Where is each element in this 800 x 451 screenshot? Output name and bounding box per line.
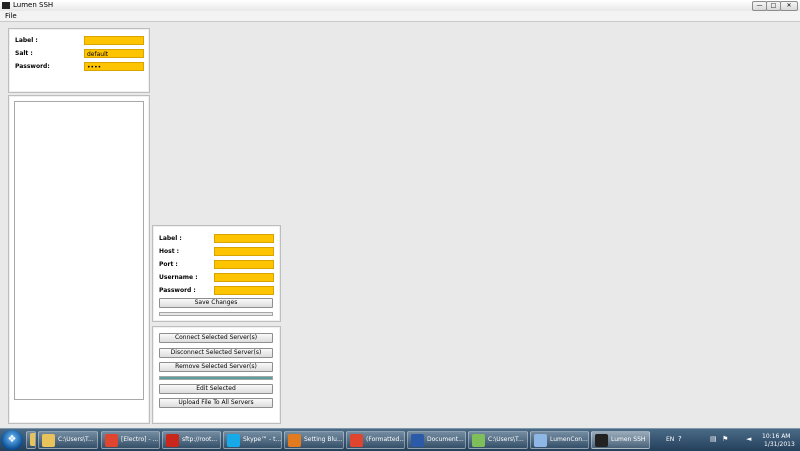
taskbar-item-label: C:\Users\T...: [488, 436, 524, 443]
servers-list[interactable]: [14, 101, 144, 400]
taskbar-item[interactable]: (Formatted...: [346, 431, 405, 449]
taskbar-item-label: Document...: [427, 436, 464, 443]
taskbar-item[interactable]: C:\Users\T...: [468, 431, 528, 449]
taskbar-item[interactable]: Skype™ - t...: [223, 431, 282, 449]
menu-bar: File: [0, 11, 800, 22]
taskbar-item[interactable]: C:\Users\T...: [38, 431, 98, 449]
close-button[interactable]: ✕: [780, 1, 798, 11]
upload-file-button[interactable]: Upload File To All Servers: [159, 398, 273, 408]
window-title: Lumen SSH: [13, 1, 54, 9]
taskbar-item[interactable]: [Electro] - ...: [101, 431, 160, 449]
clock-date[interactable]: 1/31/2013: [764, 441, 795, 448]
taskbar-item-label: Lumen SSH: [611, 436, 646, 443]
action-progress-bar: [159, 376, 273, 380]
server-password-field[interactable]: [214, 286, 274, 295]
server-username-field[interactable]: [214, 273, 274, 282]
taskbar: ❖ C:\Users\T... [Electro] - ... sftp://roo…: [0, 428, 800, 451]
chrome-icon: [105, 433, 118, 447]
server-username-label: Username :: [159, 274, 198, 281]
menu-file[interactable]: File: [5, 12, 17, 20]
server-port-field[interactable]: [214, 260, 274, 269]
folder-icon: [42, 433, 55, 447]
save-progress-bar: [159, 312, 273, 316]
taskbar-item-label: C:\Users\T...: [58, 436, 94, 443]
actions-panel: Connect Selected Server(s) Disconnect Se…: [152, 326, 281, 424]
server-host-label: Host :: [159, 248, 180, 255]
taskbar-item-label: [Electro] - ...: [121, 436, 159, 443]
taskbar-item-label: Setting Blu...: [304, 436, 343, 443]
maximize-button[interactable]: □: [766, 1, 781, 11]
taskbar-item[interactable]: sftp://root...: [162, 431, 221, 449]
taskbar-item-label: LumenCon...: [550, 436, 588, 443]
taskbar-item[interactable]: LumenCon...: [530, 431, 589, 449]
remove-selected-button[interactable]: Remove Selected Server(s): [159, 362, 273, 372]
firefox-icon: [288, 433, 301, 447]
filezilla-icon: [166, 433, 179, 447]
server-host-field[interactable]: [214, 247, 274, 256]
taskbar-item-label: (Formatted...: [366, 436, 405, 443]
network-icon[interactable]: ▤: [710, 435, 717, 443]
minimize-button[interactable]: —: [752, 1, 767, 11]
volume-icon[interactable]: ◄: [746, 435, 751, 443]
disconnect-selected-button[interactable]: Disconnect Selected Server(s): [159, 348, 273, 358]
taskbar-item-label: sftp://root...: [182, 436, 218, 443]
config-salt-label: Salt :: [15, 50, 33, 57]
save-changes-button[interactable]: Save Changes: [159, 298, 273, 308]
connect-selected-button[interactable]: Connect Selected Server(s): [159, 333, 273, 343]
servers-panel: [8, 95, 150, 424]
taskbar-item[interactable]: Setting Blu...: [284, 431, 344, 449]
start-button[interactable]: ❖: [1, 430, 23, 450]
taskbar-item[interactable]: Document...: [407, 431, 466, 449]
server-password-label: Password :: [159, 287, 196, 294]
config-password-label: Password:: [15, 63, 50, 70]
config-salt-field[interactable]: default: [84, 49, 144, 58]
folder-icon: [30, 433, 35, 446]
system-tray: EN ? ▤ ⚑ ◄ 10:16 AM 1/31/2013: [660, 429, 800, 451]
console-icon: [595, 433, 608, 447]
server-label-field[interactable]: [214, 234, 274, 243]
chrome-icon: [350, 433, 363, 447]
config-label-label: Label :: [15, 37, 38, 44]
help-icon[interactable]: ?: [678, 435, 682, 443]
flag-icon[interactable]: ⚑: [722, 435, 728, 443]
taskbar-item-label: Skype™ - t...: [243, 436, 282, 443]
action-progress-fill: [160, 377, 272, 379]
config-panel: Label : Salt : default Password: ••••: [8, 28, 150, 93]
config-label-field[interactable]: [84, 36, 144, 45]
cube-icon: [534, 433, 547, 447]
taskbar-item[interactable]: Lumen SSH: [591, 431, 650, 449]
app-icon: [2, 2, 10, 9]
edit-selected-button[interactable]: Edit Selected: [159, 384, 273, 394]
server-port-label: Port :: [159, 261, 178, 268]
config-password-field[interactable]: ••••: [84, 62, 144, 71]
server-form-panel: Label : Host : Port : Username : Passwor…: [152, 225, 281, 322]
taskbar-item[interactable]: [26, 431, 36, 449]
word-icon: [411, 433, 424, 447]
notepad-icon: [472, 433, 485, 447]
language-indicator[interactable]: EN: [666, 436, 674, 443]
clock-time[interactable]: 10:16 AM: [762, 433, 790, 440]
skype-icon: [227, 433, 240, 447]
server-label-label: Label :: [159, 235, 182, 242]
